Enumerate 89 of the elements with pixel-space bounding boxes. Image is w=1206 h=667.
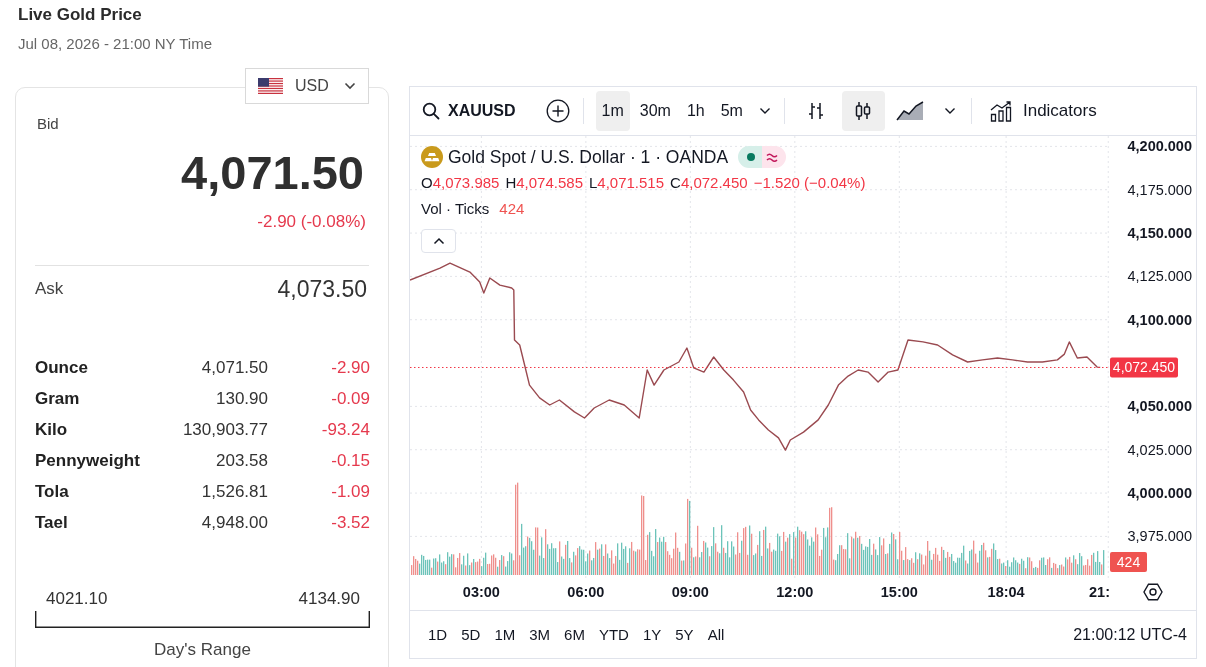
ohlc-value: 4,071.515 xyxy=(597,173,665,191)
price-axis-label: 4,025.000 xyxy=(1127,441,1192,458)
range-button[interactable]: 6M xyxy=(560,619,589,650)
time-axis-label: 09:00 xyxy=(671,584,709,600)
symbol-search-button[interactable]: XAUUSD xyxy=(414,91,524,131)
unit-name: Tael xyxy=(35,512,68,534)
ohlc-value: 4,073.985 xyxy=(432,173,500,191)
search-icon xyxy=(422,102,440,120)
range-high: 4134.90 xyxy=(298,588,360,610)
range-label: Day's Range xyxy=(154,639,251,661)
unit-name: Kilo xyxy=(35,419,68,441)
interval-tab[interactable]: 30m xyxy=(633,91,677,131)
price-axis-label: 4,050.000 xyxy=(1127,398,1192,415)
bid-change: -2.90 (-0.08%) xyxy=(257,211,366,233)
unit-price: 130.90 xyxy=(216,388,268,410)
volume-label: Vol · Ticks xyxy=(421,199,490,217)
time-axis-label: 15:00 xyxy=(880,584,918,600)
interval-tab[interactable]: 1h xyxy=(680,91,711,131)
range-low: 4021.10 xyxy=(46,588,108,610)
chevron-up-icon xyxy=(432,237,445,245)
unit-change: -0.09 xyxy=(331,388,370,410)
indicators-button[interactable]: Indicators xyxy=(980,91,1105,131)
time-axis-label: 03:00 xyxy=(462,584,500,600)
unit-name: Ounce xyxy=(35,357,88,379)
ohlc-label: H xyxy=(505,173,517,191)
indicators-icon xyxy=(988,100,1013,122)
chevron-down-icon xyxy=(344,82,356,90)
price-axis-label: 4,150.000 xyxy=(1127,225,1192,242)
ask-price: 4,073.50 xyxy=(277,275,367,303)
unit-change: -1.09 xyxy=(331,481,370,503)
ohlc-value: 4,072.450 xyxy=(680,173,748,191)
ohlc-label: C xyxy=(670,173,681,191)
unit-name: Tola xyxy=(35,481,69,503)
chevron-down-icon xyxy=(943,107,956,115)
unit-change: -2.90 xyxy=(331,357,370,379)
price-change: −1.520 (−0.04%) xyxy=(753,173,866,191)
unit-change: -93.24 xyxy=(321,419,370,441)
price-axis-label: 4,200.000 xyxy=(1127,138,1192,155)
price-axis-label: 4,100.000 xyxy=(1127,311,1192,328)
symbol-title: Gold Spot / U.S. Dollar · 1 · OANDA xyxy=(448,146,729,168)
price-axis-label: 4,175.000 xyxy=(1127,181,1192,198)
price-axis-label: 4,000.000 xyxy=(1127,485,1192,502)
ohlc-value: 4,074.585 xyxy=(516,173,583,191)
range-button[interactable]: 1Y xyxy=(638,619,666,650)
area-chart-icon xyxy=(896,101,925,121)
interval-tab[interactable]: 1m xyxy=(595,91,630,131)
us-flag-icon xyxy=(258,78,283,94)
chart-type-button[interactable] xyxy=(841,91,885,131)
settings-icon[interactable] xyxy=(1143,583,1163,601)
market-status-icon xyxy=(738,146,787,168)
unit-price: 1,526.81 xyxy=(201,481,268,503)
time-axis-label: 06:00 xyxy=(567,584,605,600)
chevron-down-icon xyxy=(758,107,771,115)
price-axis-label: 3,975.000 xyxy=(1127,528,1192,545)
page-title: Live Gold Price xyxy=(18,4,142,26)
currency-dropdown[interactable]: USD xyxy=(245,68,369,104)
unit-price: 4,948.00 xyxy=(201,512,268,534)
time-axis-label: 18:04 xyxy=(987,584,1025,600)
unit-name: Pennyweight xyxy=(35,450,140,472)
interval-tab[interactable]: 5m xyxy=(714,91,749,131)
unit-price: 130,903.77 xyxy=(182,419,268,441)
time-axis-label: 12:00 xyxy=(776,584,814,600)
ohlc-label: L xyxy=(589,173,598,191)
range-button[interactable]: 1M xyxy=(490,619,520,650)
range-button[interactable]: 5D xyxy=(457,619,485,650)
plus-circle-icon xyxy=(545,99,570,123)
unit-price: 203.58 xyxy=(216,450,268,472)
unit-change: -3.52 xyxy=(331,512,370,534)
volume-value-label: 424 xyxy=(1110,552,1147,572)
unit-change: -0.15 xyxy=(331,450,370,472)
collapse-legend-button[interactable] xyxy=(421,229,456,253)
unit-name: Gram xyxy=(35,388,80,410)
range-button[interactable]: 3M xyxy=(525,619,555,650)
clock-time: 21:00:12 UTC-4 xyxy=(1073,625,1187,644)
last-price-label: 4,072.450 xyxy=(1110,357,1178,378)
range-button[interactable]: YTD xyxy=(594,619,633,650)
timestamp: Jul 08, 2026 - 21:00 NY Time xyxy=(18,34,212,54)
range-button[interactable]: 1D xyxy=(424,619,452,650)
coin-icon xyxy=(421,146,443,168)
unit-price: 4,071.50 xyxy=(201,357,268,379)
range-button[interactable]: All xyxy=(703,619,729,650)
bid-label: Bid xyxy=(37,114,59,134)
bid-price: 4,071.50 xyxy=(181,145,364,201)
ohlc-label: O xyxy=(421,173,433,191)
ask-label: Ask xyxy=(35,279,64,299)
price-axis-label: 4,125.000 xyxy=(1127,268,1192,285)
volume-value: 424 xyxy=(499,199,525,217)
range-button[interactable]: 5Y xyxy=(671,619,698,650)
time-axis-label: 21: xyxy=(1089,584,1110,600)
